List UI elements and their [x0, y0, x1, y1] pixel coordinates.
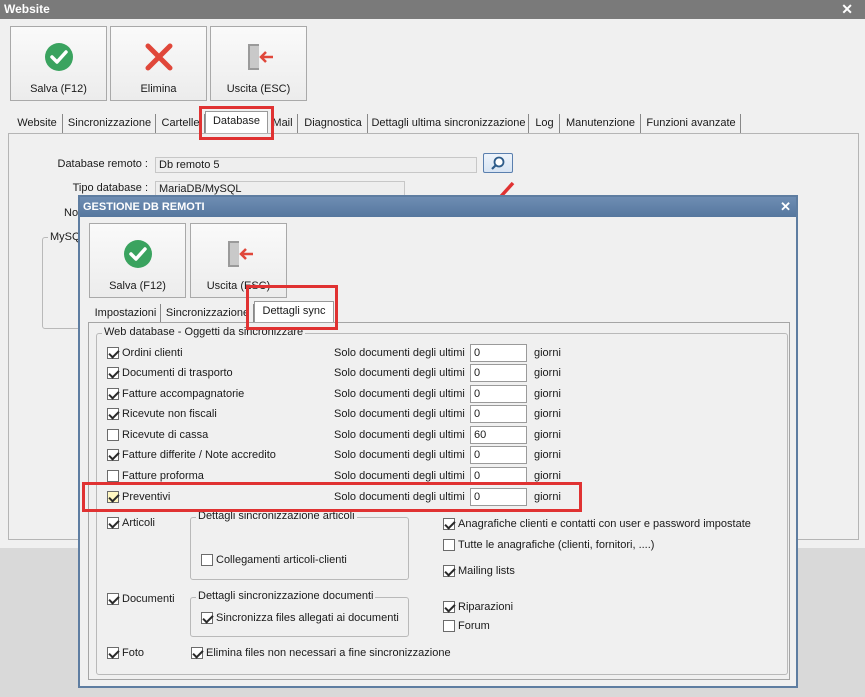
documenti-di-trasporto-days-input[interactable]: 0	[470, 364, 527, 382]
delete-button[interactable]: Elimina	[110, 26, 207, 101]
giorni-label: giorni	[534, 367, 561, 379]
elimina-files-label: Elimina files non necessari a fine sincr…	[206, 647, 451, 659]
sincronizza-allegati-checkbox[interactable]	[201, 612, 213, 624]
tab-diagnostica[interactable]: Diagnostica	[299, 114, 368, 134]
dialog-save-label: Salva (F12)	[109, 280, 166, 292]
forum-label: Forum	[458, 620, 490, 632]
tab-impostazioni[interactable]: Impostazioni	[91, 304, 161, 323]
foto-label: Foto	[122, 647, 145, 659]
mailing-lists-label: Mailing lists	[458, 565, 515, 577]
articoli-checkbox[interactable]	[107, 517, 119, 529]
db-remote-label: Database remoto :	[57, 158, 149, 170]
solo-documenti-label: Solo documenti degli ultimi	[334, 367, 465, 379]
tab-cartelle[interactable]: Cartelle	[157, 114, 205, 134]
close-icon[interactable]: ✕	[841, 1, 853, 18]
dialog-title: GESTIONE DB REMOTI	[80, 197, 796, 217]
highlight-preventivi-row	[82, 482, 582, 512]
tab-log[interactable]: Log	[530, 114, 560, 134]
search-button[interactable]	[483, 153, 513, 173]
collegamenti-checkbox[interactable]	[201, 554, 213, 566]
anagrafiche-user-checkbox[interactable]	[443, 518, 455, 530]
exit-door-icon	[228, 241, 253, 267]
db-remote-field[interactable]: Db remoto 5	[155, 157, 477, 173]
fatture-differite-note-accredito-days-input[interactable]: 0	[470, 446, 527, 464]
tab-sincronizzazione[interactable]: Sincronizzazione	[64, 114, 156, 134]
ricevute-non-fiscali-label: Ricevute non fiscali	[122, 408, 217, 420]
highlight-database-tab	[199, 106, 274, 140]
check-circle-icon	[124, 240, 152, 268]
ricevute-di-cassa-days-input[interactable]: 60	[470, 426, 527, 444]
ricevute-di-cassa-label: Ricevute di cassa	[122, 429, 209, 441]
fatture-accompagnatorie-days-input[interactable]: 0	[470, 385, 527, 403]
documenti-di-trasporto-checkbox[interactable]	[107, 367, 119, 379]
riparazioni-checkbox[interactable]	[443, 601, 455, 613]
tab-sincronizzazione[interactable]: Sincronizzazione	[162, 304, 254, 323]
giorni-label: giorni	[534, 408, 561, 420]
solo-documenti-label: Solo documenti degli ultimi	[334, 408, 465, 420]
riparazioni-label: Riparazioni	[458, 601, 514, 613]
name-label: Nor	[64, 207, 82, 219]
ordini-clienti-label: Ordini clienti	[122, 347, 183, 359]
sincronizza-allegati-label: Sincronizza files allegati ai documenti	[216, 612, 399, 624]
fatture-proforma-checkbox[interactable]	[107, 470, 119, 482]
window-title: Website	[0, 0, 865, 19]
giorni-label: giorni	[534, 388, 561, 400]
tutte-anagrafiche-checkbox[interactable]	[443, 539, 455, 551]
solo-documenti-label: Solo documenti degli ultimi	[334, 470, 465, 482]
tab-website[interactable]: Website	[12, 114, 63, 134]
solo-documenti-label: Solo documenti degli ultimi	[334, 429, 465, 441]
ordini-clienti-checkbox[interactable]	[107, 347, 119, 359]
ricevute-di-cassa-checkbox[interactable]	[107, 429, 119, 441]
elimina-files-checkbox[interactable]	[191, 647, 203, 659]
documenti-label: Documenti	[122, 593, 175, 605]
giorni-label: giorni	[534, 449, 561, 461]
giorni-label: giorni	[534, 470, 561, 482]
ricevute-non-fiscali-days-input[interactable]: 0	[470, 405, 527, 423]
documenti-checkbox[interactable]	[107, 593, 119, 605]
fatture-accompagnatorie-label: Fatture accompagnatorie	[122, 388, 245, 400]
exit-button[interactable]: Uscita (ESC)	[210, 26, 307, 101]
search-icon	[491, 156, 505, 170]
exit-button-label: Uscita (ESC)	[226, 83, 291, 95]
ricevute-non-fiscali-checkbox[interactable]	[107, 408, 119, 420]
tab-funzioni-avanzate[interactable]: Funzioni avanzate	[642, 114, 741, 134]
delete-button-label: Elimina	[140, 83, 177, 95]
fatture-proforma-label: Fatture proforma	[122, 470, 204, 482]
articoli-label: Articoli	[122, 517, 156, 529]
articoli-details-group	[190, 517, 409, 580]
collegamenti-label: Collegamenti articoli-clienti	[216, 554, 347, 566]
tab-dettagli-ultima-sincronizzazione[interactable]: Dettagli ultima sincronizzazione	[369, 114, 529, 134]
exit-door-icon	[248, 44, 273, 70]
foto-checkbox[interactable]	[107, 647, 119, 659]
highlight-dettagli-sync-tab	[246, 285, 338, 330]
fatture-differite-note-accredito-label: Fatture differite / Note accredito	[122, 449, 276, 461]
giorni-label: giorni	[534, 429, 561, 441]
x-icon	[145, 43, 173, 71]
solo-documenti-label: Solo documenti degli ultimi	[334, 388, 465, 400]
fatture-differite-note-accredito-checkbox[interactable]	[107, 449, 119, 461]
documenti-di-trasporto-label: Documenti di trasporto	[122, 367, 233, 379]
giorni-label: giorni	[534, 347, 561, 359]
check-circle-icon	[45, 43, 73, 71]
save-button-label: Salva (F12)	[30, 83, 87, 95]
ordini-clienti-days-input[interactable]: 0	[470, 344, 527, 362]
fatture-accompagnatorie-checkbox[interactable]	[107, 388, 119, 400]
dialog-save-button[interactable]: Salva (F12)	[89, 223, 186, 298]
anagrafiche-user-label: Anagrafiche clienti e contatti con user …	[458, 518, 751, 530]
tutte-anagrafiche-label: Tutte le anagrafiche (clienti, fornitori…	[458, 539, 655, 551]
forum-checkbox[interactable]	[443, 620, 455, 632]
solo-documenti-label: Solo documenti degli ultimi	[334, 449, 465, 461]
gestione-db-remoti-dialog: GESTIONE DB REMOTI ✕ Salva (F12) Uscita …	[78, 195, 798, 688]
mailing-lists-checkbox[interactable]	[443, 565, 455, 577]
close-icon[interactable]: ✕	[780, 199, 791, 215]
solo-documenti-label: Solo documenti degli ultimi	[334, 347, 465, 359]
documenti-details-title: Dettagli sincronizzazione documenti	[196, 590, 376, 602]
save-button[interactable]: Salva (F12)	[10, 26, 107, 101]
tab-manutenzione[interactable]: Manutenzione	[561, 114, 641, 134]
db-type-label: Tipo database :	[72, 182, 148, 194]
